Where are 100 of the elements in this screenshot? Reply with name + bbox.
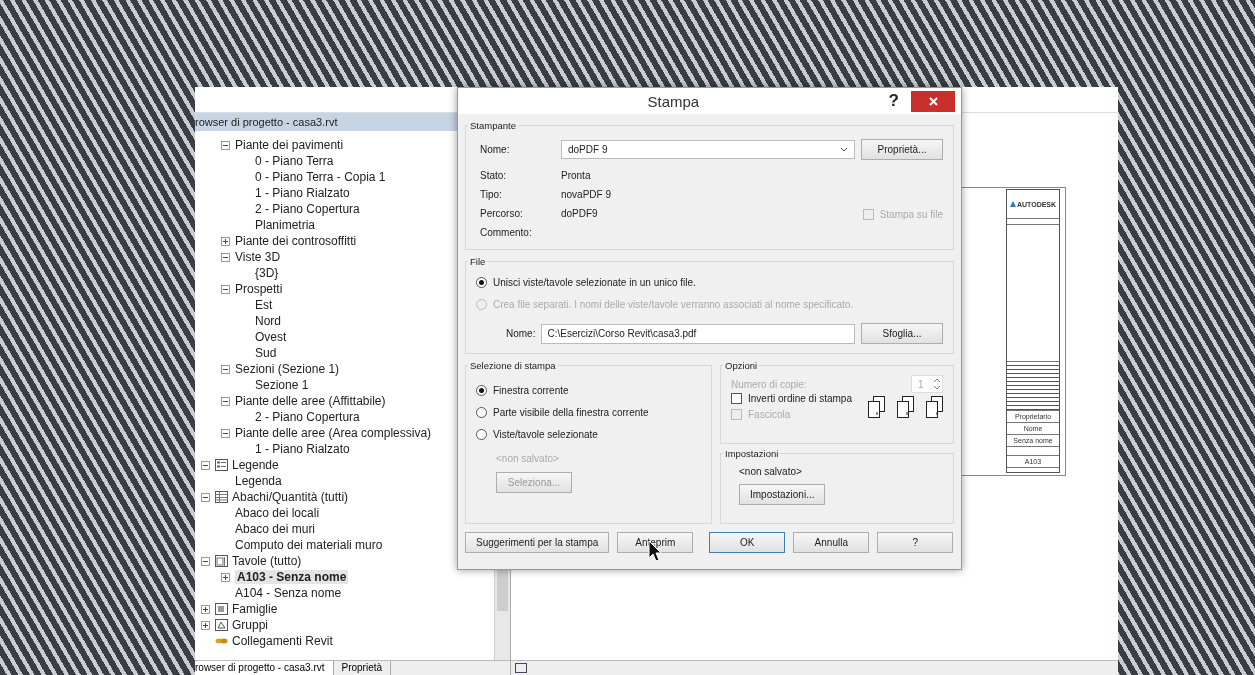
info-value: doPDF9	[561, 208, 598, 219]
tree-item[interactable]: Piante dei pavimenti	[235, 138, 344, 152]
tree-item[interactable]: 2 - Piano Copertura	[255, 202, 360, 216]
tree-item[interactable]: Est	[255, 298, 273, 312]
checkbox-label: Stampa su file	[879, 208, 943, 220]
tree-item[interactable]: Sezione 1	[255, 378, 309, 392]
dialog-button[interactable]: Annulla	[793, 532, 870, 553]
family-icon	[215, 603, 228, 615]
group-icon	[215, 619, 228, 631]
collapse-icon[interactable]	[221, 140, 230, 150]
revision-table	[1007, 362, 1059, 411]
collapse-icon[interactable]	[201, 460, 210, 470]
tree-item[interactable]: Legenda	[235, 474, 282, 488]
group-label: Opzioni	[724, 360, 759, 371]
page-stack-icon	[926, 395, 943, 418]
tree-item[interactable]: 1 - Piano Rialzato	[255, 442, 350, 456]
expand-icon[interactable]	[201, 620, 210, 630]
radio-button[interactable]	[476, 384, 487, 396]
expand-icon[interactable]	[221, 572, 230, 582]
field-label: Numero di copie:	[731, 378, 807, 390]
collapse-icon[interactable]	[221, 428, 230, 438]
tree-item[interactable]: Sud	[255, 346, 277, 360]
close-icon	[928, 96, 938, 106]
collapse-icon[interactable]	[221, 396, 230, 406]
tree-item[interactable]: {3D}	[255, 266, 279, 280]
tree-item[interactable]: Planimetria	[255, 218, 316, 232]
group-label: File	[469, 256, 487, 267]
checkbox[interactable]	[731, 393, 742, 404]
radio-label: Parte visibile della finestra corrente	[493, 406, 649, 418]
tree-item[interactable]: Collegamenti Revit	[232, 634, 333, 648]
info-label: Percorso:	[480, 208, 524, 219]
page-stack-icon	[868, 395, 885, 418]
radio-button[interactable]	[476, 276, 487, 288]
radio-label: Viste/tavole selezionate	[493, 428, 598, 440]
dialog-button[interactable]: Suggerimenti per la stampa	[465, 532, 610, 553]
checkbox-label: Inverti ordine di stampa	[748, 393, 852, 404]
tree-item[interactable]: Abachi/Quantità (tutti)	[232, 490, 349, 504]
info-label: Tipo:	[480, 189, 503, 200]
settings-value: <non salvato>	[739, 466, 803, 477]
collapse-icon[interactable]	[221, 284, 230, 294]
group-label: Impostazioni	[724, 448, 780, 459]
tree-item[interactable]: Legende	[232, 458, 279, 472]
tree-item[interactable]: 1 - Piano Rialzato	[255, 186, 350, 200]
panel-tab[interactable]: rowser di progetto - casa3.rvt	[195, 661, 334, 675]
table-icon	[215, 491, 228, 503]
tree-item[interactable]: Piante delle aree (Area complessiva)	[235, 426, 432, 440]
spin-arrows-icon	[932, 376, 942, 392]
collapse-icon[interactable]	[221, 364, 230, 374]
sheet-icon	[215, 555, 228, 567]
view-icon[interactable]	[515, 663, 527, 673]
info-value: novaPDF 9	[561, 189, 612, 200]
info-label: Commento:	[480, 227, 533, 238]
tree-item[interactable]: Tavole (tutto)	[232, 554, 302, 568]
tree-item[interactable]: Abaco dei locali	[235, 506, 320, 520]
tree-item[interactable]: 0 - Piano Terra - Copia 1	[255, 170, 386, 184]
expand-icon[interactable]	[201, 604, 210, 614]
tree-item[interactable]: Sezioni (Sezione 1)	[235, 362, 340, 376]
tree-item[interactable]: Piante dei controsoffitti	[235, 234, 357, 248]
tree-item[interactable]: Famiglie	[232, 602, 278, 616]
saved-set-text: <non salvato>	[496, 453, 560, 464]
dialog-button[interactable]: OK	[709, 532, 786, 553]
info-value: Pronta	[561, 170, 591, 181]
legend-icon	[215, 459, 228, 471]
radio-button[interactable]	[476, 406, 487, 418]
close-button[interactable]	[911, 90, 955, 112]
collapse-icon[interactable]	[221, 252, 230, 262]
tree-item[interactable]: A103 - Senza nome	[235, 570, 349, 584]
field-label: Nome:	[480, 144, 511, 155]
file-name-field[interactable]: C:\Esercizi\Corso Revit\casa3.pdf	[541, 323, 855, 344]
properties-button[interactable]: Proprietà...	[861, 139, 943, 160]
logo-icon	[1009, 201, 1016, 207]
settings-button[interactable]: Impostazioni...	[739, 484, 826, 505]
tree-item[interactable]: Nord	[255, 314, 281, 328]
radio-label: Unisci viste/tavole selezionate in un unico file.	[493, 276, 696, 288]
tree-item[interactable]: Gruppi	[232, 618, 269, 632]
tree-item[interactable]: 2 - Piano Copertura	[255, 410, 360, 424]
tree-item[interactable]: 0 - Piano Terra	[255, 154, 334, 168]
tree-item[interactable]: Computo dei materiali muro	[235, 538, 383, 552]
printer-dropdown[interactable]: doPDF 9	[561, 140, 855, 159]
tree-item[interactable]: Prospetti	[235, 282, 283, 296]
page-stack-icon	[897, 395, 914, 418]
panel-tab[interactable]: Proprietà	[333, 661, 392, 675]
checkbox-label: Fascicola	[748, 409, 791, 420]
collapse-icon[interactable]	[201, 492, 210, 502]
browse-button[interactable]: Sfoglia...	[861, 323, 943, 344]
tree-item[interactable]: Abaco dei muri	[235, 522, 316, 536]
dialog-button[interactable]: ?	[877, 532, 954, 553]
radio-button[interactable]	[476, 428, 487, 440]
expand-icon[interactable]	[221, 236, 230, 246]
tree-item[interactable]: Piante delle aree (Affittabile)	[235, 394, 386, 408]
radio-label: Crea file separati. I nomi delle viste/tavole verranno associati al nome specificato.	[493, 298, 854, 310]
collapse-icon[interactable]	[201, 556, 210, 566]
dialog-title: Stampa	[646, 92, 701, 110]
tree-item[interactable]: Ovest	[255, 330, 287, 344]
tree-item[interactable]: A104 - Senza nome	[235, 586, 342, 600]
info-label: Stato:	[480, 170, 508, 181]
chevron-icon	[840, 147, 848, 152]
tree-item[interactable]: Viste 3D	[235, 250, 281, 264]
field-label: Nome:	[506, 328, 536, 339]
help-icon[interactable]: ?	[888, 91, 899, 111]
